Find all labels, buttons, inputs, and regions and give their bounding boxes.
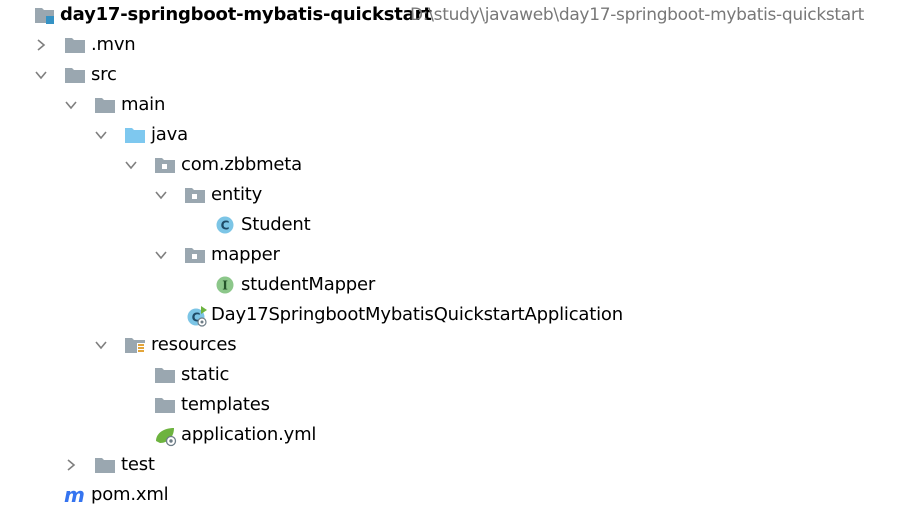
tree-row-student-mapper[interactable]: I studentMapper bbox=[0, 270, 903, 300]
chevron-down-icon[interactable] bbox=[153, 180, 169, 210]
tree-item-label: mapper bbox=[211, 244, 280, 265]
class-letter: C bbox=[221, 219, 230, 233]
interface-letter: I bbox=[222, 279, 228, 293]
tree-item-label: Student bbox=[241, 214, 311, 235]
package-icon bbox=[184, 245, 206, 265]
tree-item-label: studentMapper bbox=[241, 274, 376, 295]
tree-item-label: java bbox=[151, 124, 188, 145]
tree-item-label: pom.xml bbox=[91, 484, 169, 505]
project-name: day17-springboot-mybatis-quickstart bbox=[60, 4, 432, 25]
tree-row-resources[interactable]: resources bbox=[0, 330, 903, 360]
chevron-down-icon[interactable] bbox=[93, 330, 109, 360]
chevron-down-icon[interactable] bbox=[153, 240, 169, 270]
chevron-down-icon[interactable] bbox=[123, 150, 139, 180]
tree-row-student[interactable]: C Student bbox=[0, 210, 903, 240]
tree-row-static[interactable]: static bbox=[0, 360, 903, 390]
tree-item-label: test bbox=[121, 454, 155, 475]
folder-icon bbox=[94, 95, 116, 115]
tree-row-application-class[interactable]: C Day17SpringbootMybatisQuickstartApplic… bbox=[0, 300, 903, 330]
tree-item-label: .mvn bbox=[91, 34, 136, 55]
tree-item-label: application.yml bbox=[181, 424, 317, 445]
tree-item-label: templates bbox=[181, 394, 270, 415]
resources-folder-icon bbox=[124, 335, 146, 355]
chevron-down-icon[interactable] bbox=[63, 90, 79, 120]
tree-row-mvn[interactable]: .mvn bbox=[0, 30, 903, 60]
tree-row-com-zbbmeta[interactable]: com.zbbmeta bbox=[0, 150, 903, 180]
class-icon: C bbox=[215, 215, 235, 235]
folder-icon bbox=[64, 35, 86, 55]
tree-item-label: resources bbox=[151, 334, 237, 355]
tree-item-label: Day17SpringbootMybatisQuickstartApplicat… bbox=[211, 304, 623, 325]
tree-row-java[interactable]: java bbox=[0, 120, 903, 150]
chevron-down-icon[interactable] bbox=[93, 120, 109, 150]
tree-row-application-yml[interactable]: application.yml bbox=[0, 420, 903, 450]
tree-row-test[interactable]: test bbox=[0, 450, 903, 480]
tree-item-label: src bbox=[91, 64, 117, 85]
project-tree: day17-springboot-mybatis-quickstart D:\s… bbox=[0, 0, 903, 516]
package-icon bbox=[184, 185, 206, 205]
tree-item-label: com.zbbmeta bbox=[181, 154, 302, 175]
tree-item-label: entity bbox=[211, 184, 263, 205]
folder-icon bbox=[154, 395, 176, 415]
folder-icon bbox=[154, 365, 176, 385]
tree-row-templates[interactable]: templates bbox=[0, 390, 903, 420]
tree-row-entity[interactable]: entity bbox=[0, 180, 903, 210]
maven-icon: m bbox=[64, 483, 85, 507]
source-folder-icon bbox=[124, 125, 146, 145]
project-path: D:\study\javaweb\day17-springboot-mybati… bbox=[410, 5, 864, 25]
spring-boot-class-icon: C bbox=[185, 305, 209, 327]
tree-row-root[interactable]: day17-springboot-mybatis-quickstart D:\s… bbox=[0, 0, 903, 30]
tree-row-src[interactable]: src bbox=[0, 60, 903, 90]
chevron-right-icon[interactable] bbox=[63, 450, 79, 480]
tree-row-main[interactable]: main bbox=[0, 90, 903, 120]
folder-icon bbox=[64, 65, 86, 85]
tree-item-label: static bbox=[181, 364, 230, 385]
interface-icon: I bbox=[215, 275, 235, 295]
tree-row-pom[interactable]: m pom.xml bbox=[0, 480, 903, 510]
chevron-right-icon[interactable] bbox=[33, 30, 49, 60]
tree-row-mapper[interactable]: mapper bbox=[0, 240, 903, 270]
folder-icon bbox=[94, 455, 116, 475]
spring-config-icon bbox=[154, 425, 178, 447]
module-folder-icon bbox=[34, 5, 56, 25]
chevron-down-icon[interactable] bbox=[33, 60, 49, 90]
package-icon bbox=[154, 155, 176, 175]
tree-item-label: main bbox=[121, 94, 166, 115]
